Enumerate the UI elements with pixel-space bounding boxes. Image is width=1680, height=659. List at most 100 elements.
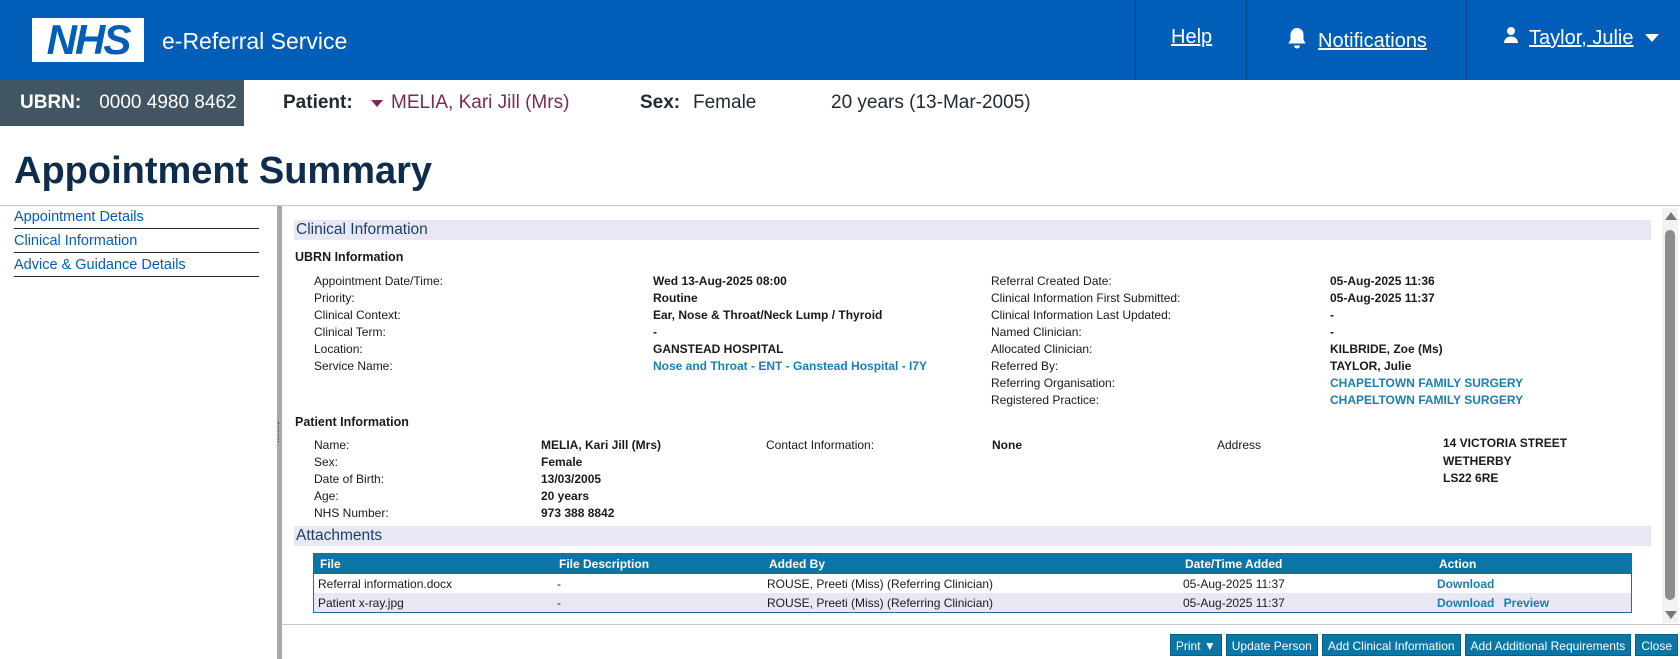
detail-value: GANSTEAD HOSPITAL <box>653 342 784 356</box>
address-label: Address <box>1217 438 1262 452</box>
detail-label: Allocated Clinician: <box>991 342 1093 356</box>
nav-clinical-information[interactable]: Clinical Information <box>14 232 259 253</box>
detail-row: Named Clinician: - <box>991 325 1334 339</box>
detail-value: Female <box>541 455 583 469</box>
nav-appointment-details[interactable]: Appointment Details <box>14 208 259 229</box>
preview-link[interactable]: Preview <box>1504 596 1549 610</box>
detail-label: Referring Organisation: <box>991 376 1116 390</box>
detail-value: 05-Aug-2025 11:36 <box>1330 274 1435 288</box>
page-title: Appointment Summary <box>14 150 433 192</box>
added-by: ROUSE, Preeti (Miss) (Referring Clinicia… <box>767 576 994 591</box>
side-nav: Appointment Details Clinical Information… <box>14 208 259 280</box>
detail-label: Location: <box>314 342 363 356</box>
service-name: e-Referral Service <box>162 28 348 54</box>
table-row: Patient x-ray.jpg - ROUSE, Preeti (Miss)… <box>313 593 1632 613</box>
patient-banner: UBRN: 0000 4980 8462 Patient: MELIA, Kar… <box>0 80 1680 126</box>
detail-value: Routine <box>653 291 698 305</box>
content-pane: Clinical Information UBRN Information Ap… <box>282 206 1659 624</box>
nav-advice-guidance-details[interactable]: Advice & Guidance Details <box>14 256 259 277</box>
vertical-scrollbar[interactable] <box>1662 208 1678 623</box>
detail-label: Referred By: <box>991 359 1059 373</box>
detail-label: Named Clinician: <box>991 325 1082 339</box>
notifications-link[interactable]: Notifications <box>1286 26 1427 56</box>
patient-name: MELIA, Kari Jill (Mrs) <box>391 92 570 113</box>
detail-row: Referring Organisation: CHAPELTOWN FAMILY… <box>991 376 1523 390</box>
patient-row: NHS Number: 973 388 8842 <box>314 506 614 520</box>
ubrn-value: 0000 4980 8462 <box>99 92 237 113</box>
top-header: NHS e-Referral Service Help Notification… <box>0 0 1680 80</box>
detail-value: - <box>1330 308 1334 322</box>
detail-label: Priority: <box>314 291 355 305</box>
update-person-button[interactable]: Update Person <box>1225 634 1318 656</box>
detail-value: 973 388 8842 <box>541 506 615 520</box>
detail-label: Clinical Context: <box>314 308 401 322</box>
add-additional-requirements-button[interactable]: Add Additional Requirements <box>1464 634 1632 656</box>
sex-value: Female <box>693 92 757 113</box>
age-dob: 20 years (13-Mar-2005) <box>831 92 1031 113</box>
action-cell: Download Preview <box>1433 593 1632 613</box>
detail-label: NHS Number: <box>314 506 389 520</box>
scroll-down-arrow-icon[interactable] <box>1665 611 1677 619</box>
notifications-label: Notifications <box>1318 29 1427 52</box>
column-header: Added By <box>763 553 1179 574</box>
detail-label: Service Name: <box>314 359 393 373</box>
column-header: File Description <box>553 553 763 574</box>
header-divider <box>1135 0 1136 80</box>
add-clinical-information-button[interactable]: Add Clinical Information <box>1321 634 1461 656</box>
download-link[interactable]: Download <box>1437 596 1494 610</box>
address-row: Address 14 VICTORIA STREET WETHERBY LS22… <box>1217 436 1567 485</box>
scrollbar-thumb[interactable] <box>1665 230 1675 600</box>
column-header: Action <box>1433 553 1632 574</box>
attachments-table: File File Description Added By Date/Time… <box>313 553 1632 613</box>
registered-practice-link[interactable]: CHAPELTOWN FAMILY SURGERY <box>1330 393 1523 407</box>
patient-row: Sex: Female <box>314 455 582 469</box>
header-divider <box>1246 0 1247 80</box>
detail-value: KILBRIDE, Zoe (Ms) <box>1330 342 1443 356</box>
clinical-information-heading: Clinical Information <box>294 220 1651 240</box>
detail-value: - <box>1330 325 1334 339</box>
detail-value: None <box>992 438 1022 452</box>
detail-label: Clinical Information First Submitted: <box>991 291 1181 305</box>
column-header: Date/Time Added <box>1179 553 1433 574</box>
download-link[interactable]: Download <box>1437 577 1494 591</box>
detail-label: Age: <box>314 489 339 503</box>
date-added: 05-Aug-2025 11:37 <box>1179 593 1433 613</box>
divider <box>282 624 1680 625</box>
user-name: Taylor, Julie <box>1529 26 1634 49</box>
detail-row: Referred By: TAYLOR, Julie <box>991 359 1411 373</box>
detail-value: 13/03/2005 <box>541 472 602 486</box>
detail-row: Referral Created Date: 05-Aug-2025 11:36 <box>991 274 1435 288</box>
help-link[interactable]: Help <box>1171 26 1212 49</box>
added-by: ROUSE, Preeti (Miss) (Referring Clinicia… <box>763 593 1179 613</box>
action-cell: Download <box>1433 574 1632 593</box>
detail-row: Registered Practice: CHAPELTOWN FAMILY SU… <box>991 393 1523 407</box>
patient-name-dropdown[interactable]: MELIA, Kari Jill (Mrs) <box>371 92 569 114</box>
address-line: WETHERBY <box>1443 454 1512 468</box>
print-button[interactable]: Print ▼ <box>1169 634 1222 656</box>
address-line: LS22 6RE <box>1443 471 1499 485</box>
ubrn-box: UBRN: 0000 4980 8462 <box>0 80 244 126</box>
detail-label: Appointment Date/Time: <box>314 274 443 288</box>
referring-organisation-link[interactable]: CHAPELTOWN FAMILY SURGERY <box>1330 376 1523 390</box>
person-icon <box>1503 26 1519 50</box>
nhs-logo[interactable]: NHS <box>32 18 144 62</box>
column-header: File <box>313 553 553 574</box>
service-name-link[interactable]: Nose and Throat - ENT - Ganstead Hospita… <box>653 359 927 373</box>
detail-value: Ear, Nose & Throat/Neck Lump / Thyroid <box>653 308 883 322</box>
detail-row: Clinical Term: - <box>314 325 657 339</box>
detail-label: Date of Birth: <box>314 472 385 486</box>
detail-row: Clinical Information First Submitted: 05-… <box>991 291 1435 305</box>
scroll-up-arrow-icon[interactable] <box>1665 212 1677 220</box>
patient-label: Patient: <box>283 92 353 113</box>
detail-row: Priority: Routine <box>314 291 698 305</box>
detail-label: Contact Information: <box>766 438 875 452</box>
ubrn-information-heading: UBRN Information <box>295 250 404 264</box>
user-menu[interactable]: Taylor, Julie <box>1503 26 1660 50</box>
sex-label: Sex: <box>640 92 681 113</box>
contact-row: Contact Information: None <box>766 438 1022 452</box>
file-name: Patient x-ray.jpg <box>313 593 553 613</box>
close-button[interactable]: Close <box>1635 634 1678 656</box>
detail-label: Referral Created Date: <box>991 274 1112 288</box>
patient-information-heading: Patient Information <box>295 415 409 429</box>
file-name: Referral information.docx <box>318 576 453 591</box>
